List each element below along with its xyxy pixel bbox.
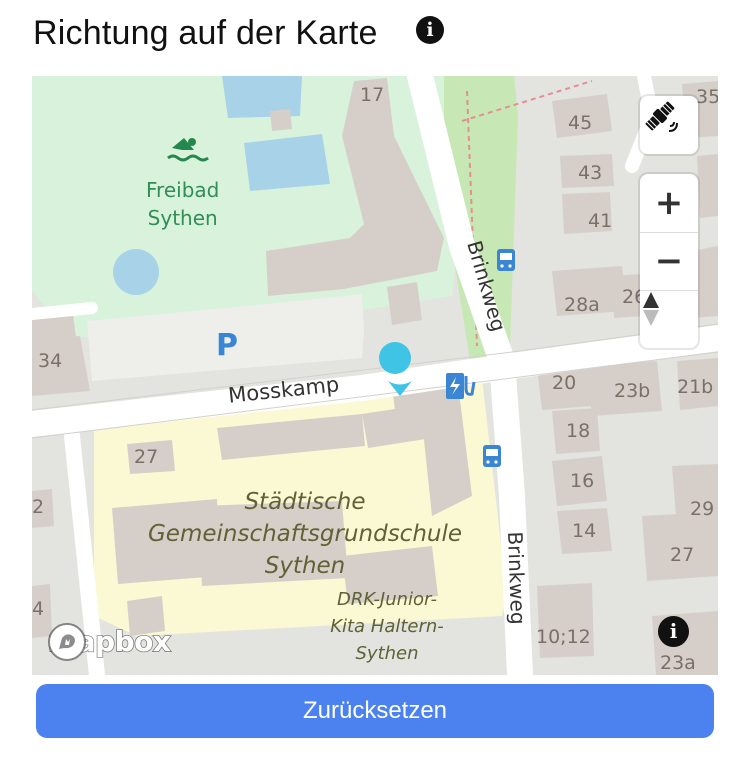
info-icon[interactable]: i (658, 616, 689, 647)
reset-button[interactable]: Zurücksetzen (36, 684, 714, 738)
compass-button[interactable] (640, 290, 698, 348)
house-number: 23b (614, 380, 651, 402)
house-number: 23a (660, 652, 696, 674)
house-number: 2 (32, 496, 45, 518)
map-view[interactable]: Freibad Sythen P Mosskamp Brinkweg Brink… (32, 76, 718, 675)
poi-label-line: Gemeinschaftsgrundschule (147, 521, 463, 547)
house-number: 43 (578, 162, 603, 184)
house-number: 20 (552, 372, 577, 394)
house-number: 45 (568, 112, 593, 134)
poi-label-kita: DRK-Junior- Kita Haltern- Sythen (312, 586, 462, 667)
parking-label: P (216, 328, 238, 363)
satellite-icon (640, 96, 698, 154)
info-icon[interactable]: i (416, 16, 444, 44)
poi-label-line: Städtische (244, 489, 366, 515)
poi-label-school: Städtische Gemeinschaftsgrundschule Syth… (136, 486, 474, 582)
house-number: 27 (134, 446, 159, 468)
poi-label-line: Sythen (264, 553, 346, 579)
house-number: 34 (38, 350, 63, 372)
pond (113, 249, 159, 295)
house-number: 21b (677, 376, 714, 398)
bus-stop-icon (497, 249, 515, 271)
house-number: 14 (572, 520, 597, 542)
satellite-toggle-button[interactable] (640, 96, 698, 154)
house-number: 29 (690, 498, 715, 520)
poi-label-freibad: Freibad Sythen (146, 176, 219, 232)
plus-icon: + (654, 183, 684, 223)
compass-icon (643, 292, 659, 326)
zoom-out-button[interactable]: − (640, 232, 698, 291)
minus-icon: − (654, 241, 684, 281)
house-number: 28a (564, 294, 600, 316)
house-number: 18 (566, 420, 591, 442)
mapbox-logo-icon (48, 623, 86, 661)
poi-label-line: Sythen (147, 206, 218, 230)
poi-label-line: DRK-Junior- (337, 589, 437, 610)
house-number: 35 (696, 86, 718, 108)
house-number: 41 (588, 210, 613, 232)
house-number: 16 (570, 470, 595, 492)
house-number: 27 (670, 544, 695, 566)
poi-label-line: Freibad (146, 178, 220, 202)
house-number: 17 (360, 84, 385, 106)
zoom-in-button[interactable]: + (640, 174, 698, 233)
house-number: 10;12 (536, 626, 591, 648)
street-label-brinkweg: Brinkweg (502, 531, 531, 625)
poi-label-line: Sythen (355, 643, 419, 664)
poi-label-line: Kita Haltern- (330, 616, 444, 637)
pool (244, 134, 330, 191)
house-number: 4 (32, 598, 45, 620)
navigation-control: + − (640, 174, 698, 348)
bus-stop-icon (483, 445, 501, 467)
mapbox-logo[interactable]: mapbox (46, 621, 172, 661)
page-title: Richtung auf der Karte (33, 14, 378, 52)
